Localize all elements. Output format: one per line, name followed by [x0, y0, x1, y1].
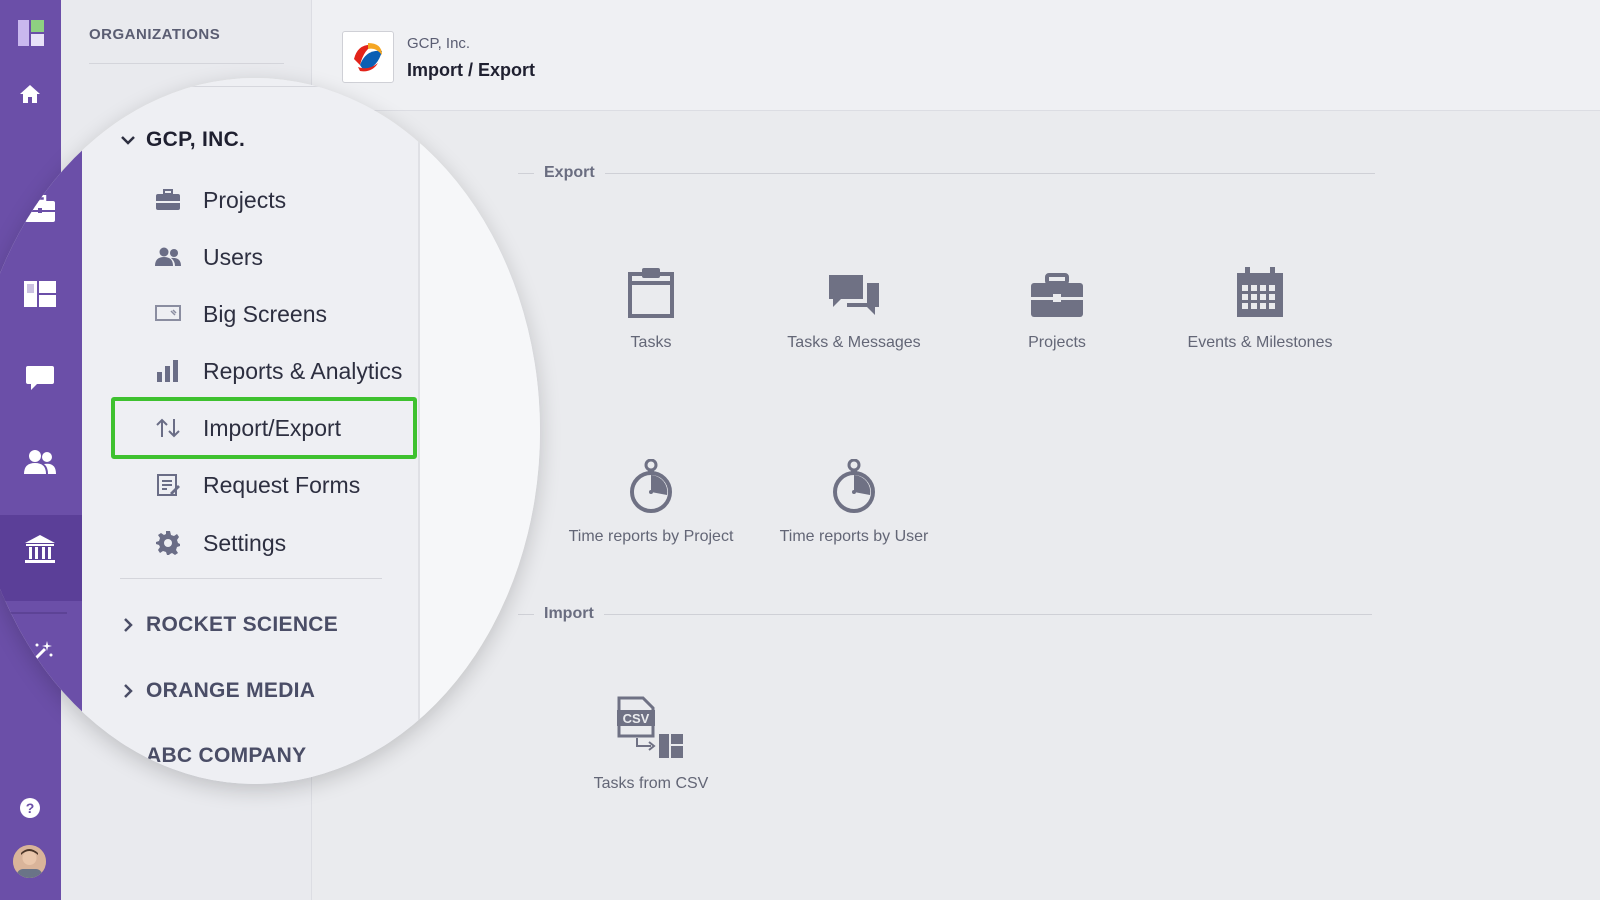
- sidebar-item-reports[interactable]: Reports & Analytics: [141, 349, 441, 393]
- divider: [89, 63, 284, 64]
- bar-chart-icon: [153, 356, 183, 386]
- export-heading: Export: [544, 164, 595, 181]
- org-group-orange-media[interactable]: ORANGE MEDIA: [118, 679, 315, 703]
- users-icon[interactable]: [24, 446, 56, 478]
- import-export-icon: [153, 413, 183, 443]
- stopwatch-icon: [764, 449, 944, 513]
- tile-label: Time reports by Project: [568, 528, 734, 545]
- gear-icon: [153, 528, 183, 558]
- briefcase-icon: [153, 185, 183, 215]
- form-icon: [153, 470, 183, 500]
- chat-bubbles-icon: [764, 255, 944, 319]
- sidebar-item-label: Settings: [203, 529, 287, 556]
- organization-icon[interactable]: [24, 533, 56, 565]
- sidebar-item-settings[interactable]: Settings: [141, 521, 441, 565]
- sidebar-item-big-screens[interactable]: Big Screens: [141, 292, 441, 336]
- org-logo-icon: [342, 31, 394, 83]
- sidebar-item-projects[interactable]: Projects: [141, 178, 441, 222]
- magnified-sidebar: GCP, INC. Projects Users Big Screens Rep…: [0, 78, 540, 784]
- big-screen-icon: [153, 299, 183, 329]
- breadcrumb[interactable]: GCP, Inc.: [407, 35, 470, 52]
- sidebar-item-label: Projects: [203, 186, 287, 213]
- export-time-by-user-tile[interactable]: Time reports by User: [764, 449, 944, 547]
- help-icon[interactable]: ?: [18, 796, 42, 820]
- avatar[interactable]: [13, 845, 46, 878]
- tile-label: Tasks: [630, 334, 672, 351]
- svg-text:?: ?: [26, 800, 35, 816]
- sidebar-item-import-export[interactable]: Import/Export: [111, 397, 417, 459]
- sidebar-item-label: Big Screens: [203, 300, 328, 327]
- sidebar-item-users[interactable]: Users: [141, 235, 441, 279]
- org-name: ROCKET SCIENCE: [146, 613, 339, 636]
- org-group-abc-company[interactable]: ABC COMPANY: [118, 744, 306, 768]
- magic-wand-icon[interactable]: [24, 638, 56, 670]
- users-icon: [153, 242, 183, 272]
- sidebar-item-label: Import/Export: [203, 414, 342, 441]
- org-group-gcp[interactable]: GCP, INC.: [118, 128, 245, 152]
- import-heading: Import: [544, 605, 594, 622]
- chevron-right-icon: [118, 615, 138, 635]
- chat-icon[interactable]: [24, 362, 56, 394]
- tile-label: Time reports by User: [779, 528, 929, 545]
- export-section-title: Export: [518, 164, 1375, 182]
- briefcase-icon[interactable]: [24, 193, 56, 225]
- magnified-rail: [0, 78, 82, 784]
- home-icon[interactable]: [24, 108, 56, 140]
- dashboard-icon[interactable]: [24, 278, 56, 310]
- tile-label: Tasks & Messages: [787, 334, 921, 351]
- export-time-by-project-tile[interactable]: Time reports by Project: [561, 449, 741, 547]
- org-name: GCP, INC.: [146, 128, 246, 151]
- divider: [9, 612, 67, 614]
- divider: [120, 578, 382, 579]
- org-name: ORANGE MEDIA: [146, 679, 316, 702]
- chevron-down-icon: [118, 130, 138, 150]
- tile-label: Tasks from CSV: [593, 775, 709, 792]
- app-logo-icon[interactable]: [18, 20, 44, 46]
- calendar-icon: [1170, 255, 1350, 319]
- sidebar-item-label: Users: [203, 243, 264, 270]
- export-tasks-messages-tile[interactable]: Tasks & Messages: [764, 255, 944, 353]
- org-name: ABC COMPANY: [146, 744, 307, 767]
- tile-label: Events & Milestones: [1187, 334, 1333, 351]
- export-events-milestones-tile[interactable]: Events & Milestones: [1170, 255, 1350, 353]
- loading-icon: [24, 718, 56, 750]
- sidebar-item-label: Reports & Analytics: [203, 357, 403, 384]
- export-projects-tile[interactable]: Projects: [967, 255, 1147, 353]
- import-tasks-csv-tile[interactable]: CSV Tasks from CSV: [561, 696, 741, 794]
- briefcase-icon: [967, 255, 1147, 319]
- organizations-heading: ORGANIZATIONS: [89, 26, 221, 43]
- sidebar-item-request-forms[interactable]: Request Forms: [141, 463, 441, 507]
- sidebar-item-label: Request Forms: [203, 471, 361, 498]
- import-section-title: Import: [518, 605, 1372, 623]
- divider: [119, 86, 384, 87]
- stopwatch-icon: [561, 449, 741, 513]
- tile-label: Projects: [1028, 334, 1086, 351]
- chevron-right-icon: [118, 681, 138, 701]
- csv-import-icon: CSV: [561, 696, 741, 760]
- chevron-right-icon: [118, 746, 138, 766]
- org-group-rocket-science[interactable]: ROCKET SCIENCE: [118, 613, 338, 637]
- clipboard-icon: [561, 255, 741, 319]
- csv-badge: CSV: [623, 711, 650, 726]
- export-tasks-tile[interactable]: Tasks: [561, 255, 741, 353]
